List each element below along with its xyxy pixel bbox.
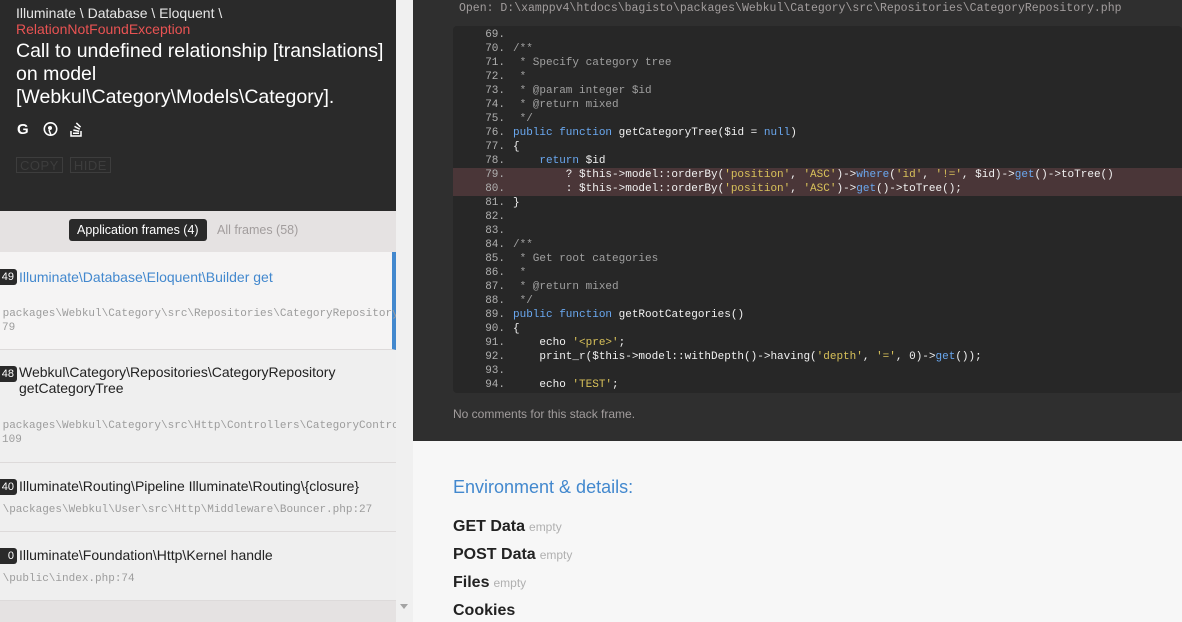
frame-comments: No comments for this stack frame.: [453, 407, 636, 421]
code-line-highlighted: 79. ? $this->model::orderBy('position', …: [453, 168, 1182, 182]
svg-text:G: G: [17, 121, 29, 137]
code-line: 81.}: [485, 197, 520, 209]
frame-item[interactable]: 49 Illuminate\Database\Eloquent\Builder …: [0, 252, 396, 350]
frame-item[interactable]: 0 Illuminate\Foundation\Http\Kernel hand…: [0, 532, 396, 601]
code-line: 82.: [485, 211, 505, 223]
code-line: 73. * @param integer $id: [485, 85, 652, 97]
vertical-scrollbar[interactable]: [396, 0, 413, 622]
code-line: 93.: [485, 365, 505, 377]
frame-class: Illuminate\Database\Eloquent\Builder get: [19, 269, 273, 285]
frame-item[interactable]: 40 Illuminate\Routing\Pipeline Illuminat…: [0, 463, 396, 532]
frame-file: .\public\index.php:74: [0, 573, 135, 585]
exception-class-path: Illuminate \ Database \ Eloquent \: [16, 5, 223, 21]
code-line: 88. */: [485, 295, 533, 307]
code-line: 86. *: [485, 267, 527, 279]
exception-header: Illuminate \ Database \ Eloquent \ Relat…: [0, 0, 396, 211]
code-line: 92. print_r($this->model::withDepth()->h…: [485, 351, 982, 363]
cookies-section: Cookies: [453, 602, 516, 619]
header-buttons: COPY HIDE: [16, 157, 111, 173]
scroll-down-arrow-icon[interactable]: [400, 604, 408, 609]
tab-all-frames[interactable]: All frames (58): [209, 219, 306, 241]
tab-application-frames[interactable]: Application frames (4): [69, 219, 207, 241]
code-line: 90.{: [485, 323, 520, 335]
files-section: Files empty: [453, 574, 527, 591]
code-line: 69.: [485, 29, 505, 41]
frame-class: Illuminate\Foundation\Http\Kernel handle: [19, 547, 273, 563]
code-line: 72. *: [485, 71, 527, 83]
frame-file: .packages\Webkul\Category\src\Http\Contr…: [0, 420, 396, 432]
environment-title: Environment & details:: [453, 477, 634, 497]
code-panel: Open: D:\xamppv4\htdocs\bagisto\packages…: [413, 0, 1182, 441]
code-line: 74. * @return mixed: [485, 99, 619, 111]
frame-item[interactable]: 48 Webkul\Category\Repositories\Category…: [0, 350, 396, 463]
code-line: 87. * @return mixed: [485, 281, 619, 293]
code-line: 94. echo 'TEST';: [485, 379, 619, 391]
copy-button[interactable]: COPY: [16, 157, 63, 173]
frame-line: 79: [2, 322, 16, 334]
code-line: 76. public function getCategoryTree($id =…: [485, 127, 797, 139]
code-line: 77.{: [485, 141, 520, 153]
code-line: 91. echo '<pre>';: [485, 337, 626, 349]
code-line: 71. * Specify category tree: [485, 57, 672, 69]
code-block: 69. 70./** 71. * Specify category tree 7…: [453, 26, 1182, 393]
code-line: 75. */: [485, 113, 533, 125]
exception-name: RelationNotFoundException: [16, 21, 191, 37]
get-data-section: GET Data empty: [453, 518, 562, 535]
code-line: 89. public function getRootCategories(): [485, 309, 745, 321]
code-line: 85. * Get root categories: [485, 253, 659, 265]
code-line: 70./**: [485, 43, 533, 55]
frames-list-footer: [0, 602, 396, 622]
code-line: 83.: [485, 225, 505, 237]
duckduckgo-icon[interactable]: [43, 121, 58, 137]
frame-file: .\packages\Webkul\User\src\Http\Middlewa…: [0, 504, 373, 516]
frame-index: 48: [0, 366, 17, 382]
code-line-highlighted: 80. : $this->model::orderBy('position', …: [453, 182, 1182, 196]
hide-button[interactable]: HIDE: [69, 157, 111, 173]
frame-index: 49: [0, 269, 17, 285]
frame-filter: Application frames (4) All frames (58): [0, 211, 396, 249]
code-line: 78. return $id: [485, 155, 606, 167]
search-links: G: [17, 121, 84, 138]
frames-list: 49 Illuminate\Database\Eloquent\Builder …: [0, 252, 396, 601]
frame-index: 0: [0, 548, 17, 564]
google-icon[interactable]: G: [17, 121, 32, 138]
stackoverflow-icon[interactable]: [69, 121, 84, 137]
exception-message: Call to undefined relationship [translat…: [16, 40, 384, 108]
frame-index: 40: [0, 479, 17, 495]
frame-class: Webkul\Category\Repositories\CategoryRep…: [19, 364, 336, 396]
frame-file: .packages\Webkul\Category\src\Repositori…: [0, 308, 396, 320]
frame-line: 109: [2, 434, 22, 446]
open-file-link[interactable]: Open: D:\xamppv4\htdocs\bagisto\packages…: [459, 2, 1122, 15]
post-data-section: POST Data empty: [453, 546, 573, 563]
code-line: 84./**: [485, 239, 533, 251]
environment-details: Environment & details: GET Data empty POS…: [413, 441, 1182, 622]
frame-class: Illuminate\Routing\Pipeline Illuminate\R…: [19, 478, 360, 494]
frames-panel: Illuminate \ Database \ Eloquent \ Relat…: [0, 0, 396, 622]
